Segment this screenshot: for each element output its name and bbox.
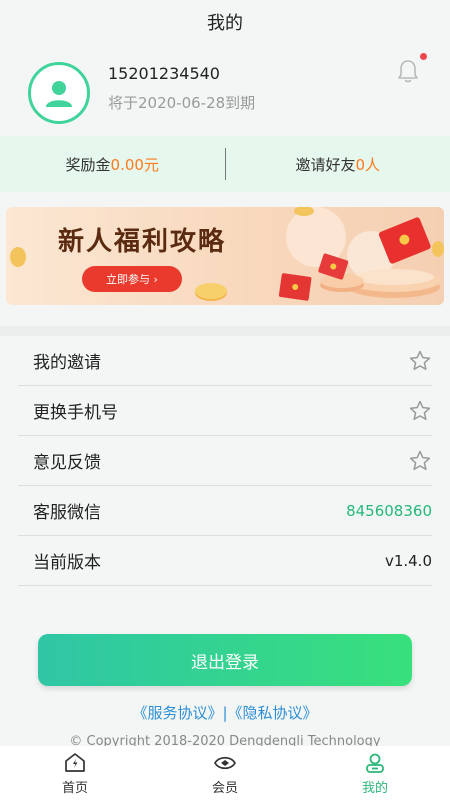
version-value: v1.4.0	[384, 551, 432, 570]
menu-item-label: 当前版本	[33, 553, 101, 573]
star-icon[interactable]	[408, 399, 432, 423]
top-bar: 我的	[0, 0, 450, 44]
tab-member[interactable]: 会员	[150, 746, 300, 800]
agreement-links: 《服务协议》|《隐私协议》	[0, 702, 450, 723]
invite-value: 0人	[355, 155, 381, 174]
banner-title: 新人福利攻略	[58, 227, 227, 257]
tab-label: 我的	[361, 780, 388, 796]
star-icon[interactable]	[408, 349, 432, 373]
invite-label: 邀请好友	[295, 155, 356, 174]
privacy-agreement-link[interactable]: 《隐私协议》	[228, 704, 318, 722]
eye-icon	[214, 756, 236, 769]
menu-item-label: 更换手机号	[33, 403, 118, 423]
invite-stat[interactable]: 邀请好友0人	[226, 154, 450, 175]
avatar[interactable]	[28, 62, 90, 124]
reward-stat[interactable]: 奖励金0.00元	[0, 154, 225, 175]
settings-menu: 我的邀请 更换手机号 意见反馈 客服微信 845608360 当前版本 v1.4…	[0, 336, 450, 590]
menu-item-service-wechat[interactable]: 客服微信 845608360	[18, 486, 432, 536]
profile-section: 15201234540 将于2020-06-28到期	[0, 44, 450, 136]
menu-item-version: 当前版本 v1.4.0	[18, 536, 432, 586]
menu-item-label: 客服微信	[33, 503, 101, 523]
wechat-id-value[interactable]: 845608360	[346, 502, 432, 520]
section-gap	[0, 326, 450, 336]
user-phone: 15201234540	[108, 64, 220, 83]
star-icon[interactable]	[408, 449, 432, 473]
tab-mine[interactable]: 我的	[300, 746, 450, 800]
menu-item-feedback[interactable]: 意见反馈	[18, 436, 432, 486]
logout-button[interactable]: 退出登录	[38, 634, 412, 686]
menu-item-label: 意见反馈	[33, 453, 101, 473]
bell-icon[interactable]	[396, 58, 420, 84]
tab-label: 会员	[211, 780, 238, 796]
promo-banner[interactable]: 新人福利攻略 立即参与 ›	[6, 207, 444, 305]
join-now-button[interactable]: 立即参与 ›	[82, 266, 182, 292]
tab-home[interactable]: 首页	[0, 746, 150, 800]
service-agreement-link[interactable]: 《服务协议》	[132, 704, 222, 722]
menu-item-change-phone[interactable]: 更换手机号	[18, 386, 432, 436]
user-icon	[366, 753, 384, 773]
reward-value: 0.00元	[110, 155, 159, 174]
stats-bar: 奖励金0.00元 邀请好友0人	[0, 136, 450, 192]
menu-item-my-invites[interactable]: 我的邀请	[18, 336, 432, 386]
page-title: 我的	[207, 13, 243, 34]
tab-label: 首页	[61, 780, 88, 796]
membership-expiry: 将于2020-06-28到期	[108, 94, 256, 112]
reward-label: 奖励金	[65, 155, 111, 174]
home-icon	[65, 752, 85, 772]
menu-item-label: 我的邀请	[33, 353, 101, 373]
notification-dot	[420, 53, 427, 60]
user-avatar-icon	[46, 81, 72, 107]
bottom-tab-bar: 首页 会员 我的	[0, 746, 450, 800]
